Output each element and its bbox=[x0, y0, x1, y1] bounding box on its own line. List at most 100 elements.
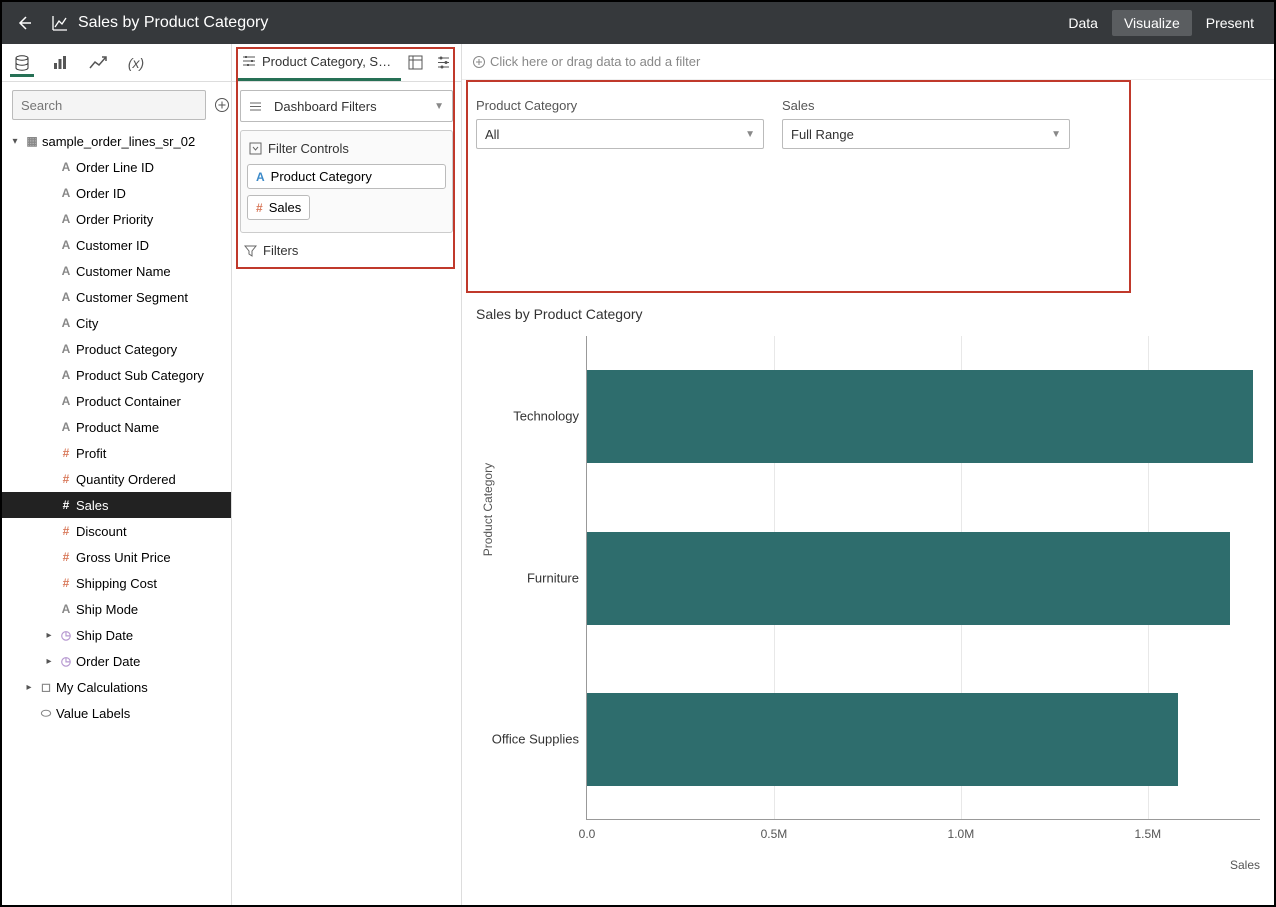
dataset-icon: ▦ bbox=[22, 134, 42, 148]
canvas-panel: Click here or drag data to add a filter … bbox=[462, 44, 1274, 905]
field-order-id[interactable]: AOrder ID bbox=[2, 180, 231, 206]
variable-tab-icon[interactable]: (x) bbox=[124, 51, 148, 75]
grammar-panel: Product Category, S… Dashboard Filters ▼ bbox=[232, 44, 462, 905]
chart-area: Sales by Product Category Product Catego… bbox=[462, 290, 1274, 905]
chart-plot: 0.00.5M1.0M1.5MTechnologyFurnitureOffice… bbox=[586, 336, 1260, 820]
filters-section[interactable]: Filters bbox=[240, 233, 453, 262]
bar-chart-icon bbox=[52, 55, 68, 71]
sliders-small-icon bbox=[249, 100, 262, 113]
field-product-sub-category[interactable]: AProduct Sub Category bbox=[2, 362, 231, 388]
x-axis-label: Sales bbox=[1230, 858, 1260, 872]
filters-tab[interactable]: Product Category, S… bbox=[236, 44, 401, 81]
data-panel: (x) ▾▦ sample_order_lines_sr_02 AOrder L… bbox=[2, 44, 232, 905]
tab-data[interactable]: Data bbox=[1056, 10, 1110, 36]
text-field-icon: A bbox=[56, 160, 76, 174]
dataset-node[interactable]: ▾▦ sample_order_lines_sr_02 bbox=[2, 128, 231, 154]
product-category-filter-select[interactable]: All▼ bbox=[476, 119, 764, 149]
text-field-icon: A bbox=[56, 290, 76, 304]
my-calculations-node[interactable]: ▸◻ My Calculations bbox=[2, 674, 231, 700]
layout-tab-icon[interactable] bbox=[401, 49, 429, 77]
field-product-container[interactable]: AProduct Container bbox=[2, 388, 231, 414]
x-tick: 1.0M bbox=[948, 827, 975, 841]
filter-controls-area: Product Category All▼ Sales Full Range▼ bbox=[462, 80, 1274, 290]
text-field-icon: A bbox=[56, 316, 76, 330]
search-input[interactable] bbox=[12, 90, 206, 120]
sales-filter-label: Sales bbox=[782, 98, 1070, 113]
number-field-icon: # bbox=[56, 524, 76, 538]
field-gross-unit-price[interactable]: #Gross Unit Price bbox=[2, 544, 231, 570]
field-ship-date[interactable]: ▸◷Ship Date bbox=[2, 622, 231, 648]
field-quantity-ordered[interactable]: #Quantity Ordered bbox=[2, 466, 231, 492]
text-field-icon: A bbox=[256, 170, 265, 184]
sales-filter-select[interactable]: Full Range▼ bbox=[782, 119, 1070, 149]
settings-icon bbox=[436, 55, 451, 70]
field-profit[interactable]: #Profit bbox=[2, 440, 231, 466]
text-field-icon: A bbox=[56, 368, 76, 382]
chart-title: Sales by Product Category bbox=[476, 306, 1260, 322]
category-label: Office Supplies bbox=[492, 731, 587, 746]
value-labels-node[interactable]: ⬭ Value Labels bbox=[2, 700, 231, 726]
plus-circle-small-icon bbox=[472, 55, 486, 69]
text-field-icon: A bbox=[56, 602, 76, 616]
number-field-icon: # bbox=[56, 550, 76, 564]
dropdown-icon bbox=[249, 142, 262, 155]
number-field-icon: # bbox=[56, 498, 76, 512]
text-field-icon: A bbox=[56, 212, 76, 226]
filters-tab-label: Product Category, S… bbox=[262, 54, 391, 69]
arrow-left-icon bbox=[16, 15, 32, 31]
date-field-icon: ◷ bbox=[56, 628, 76, 642]
text-field-icon: A bbox=[56, 238, 76, 252]
database-icon bbox=[13, 54, 31, 72]
data-tab-icon[interactable] bbox=[10, 53, 34, 77]
text-field-icon: A bbox=[56, 264, 76, 278]
filters-label: Filters bbox=[263, 243, 298, 258]
number-field-icon: # bbox=[56, 446, 76, 460]
filter-drop-zone[interactable]: Click here or drag data to add a filter bbox=[462, 44, 1274, 80]
filter-controls-box: Filter Controls A Product Category # Sal… bbox=[240, 130, 453, 233]
field-order-line-id[interactable]: AOrder Line ID bbox=[2, 154, 231, 180]
field-product-category[interactable]: AProduct Category bbox=[2, 336, 231, 362]
text-field-icon: A bbox=[56, 420, 76, 434]
text-field-icon: A bbox=[56, 394, 76, 408]
chart-bar[interactable] bbox=[587, 370, 1253, 463]
tab-present[interactable]: Present bbox=[1194, 10, 1266, 36]
number-field-icon: # bbox=[56, 576, 76, 590]
category-label: Technology bbox=[513, 409, 587, 424]
text-field-icon: A bbox=[56, 342, 76, 356]
tag-icon: ⬭ bbox=[36, 706, 56, 721]
page-title: Sales by Product Category bbox=[78, 14, 268, 32]
bar-chart-tab-icon[interactable] bbox=[48, 51, 72, 75]
field-customer-segment[interactable]: ACustomer Segment bbox=[2, 284, 231, 310]
field-tree: ▾▦ sample_order_lines_sr_02 AOrder Line … bbox=[2, 128, 231, 905]
dashboard-filters-select[interactable]: Dashboard Filters ▼ bbox=[240, 90, 453, 122]
field-discount[interactable]: #Discount bbox=[2, 518, 231, 544]
trend-tab-icon[interactable] bbox=[86, 51, 110, 75]
back-button[interactable] bbox=[10, 9, 38, 37]
field-ship-mode[interactable]: AShip Mode bbox=[2, 596, 231, 622]
chart-bar[interactable] bbox=[587, 693, 1178, 786]
field-customer-name[interactable]: ACustomer Name bbox=[2, 258, 231, 284]
y-axis-label: Product Category bbox=[481, 463, 495, 556]
field-city[interactable]: ACity bbox=[2, 310, 231, 336]
tab-visualize[interactable]: Visualize bbox=[1112, 10, 1192, 36]
header-tabs: Data Visualize Present bbox=[1056, 10, 1266, 36]
field-shipping-cost[interactable]: #Shipping Cost bbox=[2, 570, 231, 596]
dashboard-filters-label: Dashboard Filters bbox=[274, 99, 377, 114]
field-sales[interactable]: #Sales bbox=[2, 492, 231, 518]
number-field-icon: # bbox=[256, 201, 263, 215]
layout-icon bbox=[408, 55, 423, 70]
chip-product-category[interactable]: A Product Category bbox=[247, 164, 446, 189]
settings-tab-icon[interactable] bbox=[429, 49, 457, 77]
plus-circle-icon bbox=[214, 97, 230, 113]
field-product-name[interactable]: AProduct Name bbox=[2, 414, 231, 440]
x-tick: 0.0 bbox=[579, 827, 596, 841]
chip-sales[interactable]: # Sales bbox=[247, 195, 310, 220]
chart-bar[interactable] bbox=[587, 532, 1230, 625]
add-button[interactable] bbox=[214, 95, 230, 115]
x-tick: 0.5M bbox=[761, 827, 788, 841]
field-order-priority[interactable]: AOrder Priority bbox=[2, 206, 231, 232]
field-customer-id[interactable]: ACustomer ID bbox=[2, 232, 231, 258]
field-order-date[interactable]: ▸◷Order Date bbox=[2, 648, 231, 674]
x-tick: 1.5M bbox=[1134, 827, 1161, 841]
filter-icon bbox=[244, 244, 257, 257]
